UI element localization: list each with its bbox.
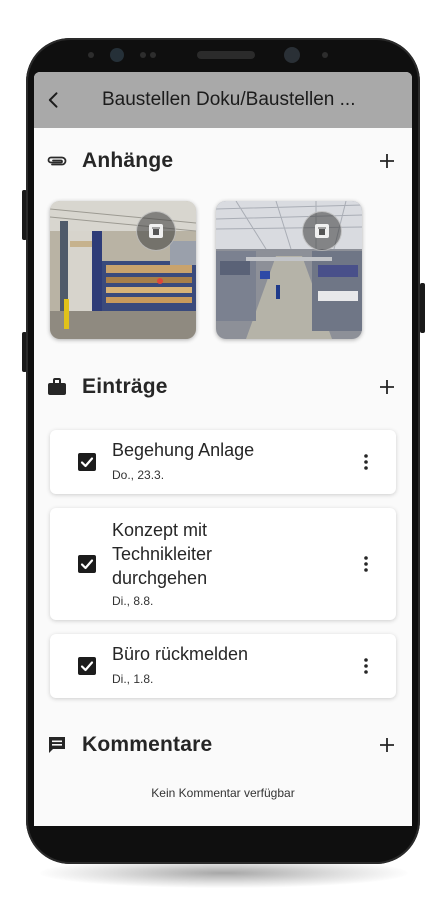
add-entry-button[interactable] — [374, 374, 400, 400]
add-comment-button[interactable] — [374, 732, 400, 758]
entry-menu-button[interactable] — [358, 450, 374, 474]
page-title: Baustellen Doku/Baustellen ... — [102, 89, 356, 110]
sensor-dot — [140, 52, 146, 58]
comments-title: Kommentare — [82, 733, 213, 756]
more-vertical-icon — [364, 658, 368, 674]
entry-title: Konzept mit Technikleiter durchgehen — [112, 520, 213, 588]
entry-menu-button[interactable] — [358, 552, 374, 576]
back-button[interactable] — [34, 72, 74, 128]
plus-icon — [380, 380, 394, 394]
entry-card[interactable]: Büro rückmelden Di., 1.8. — [50, 634, 396, 698]
trash-icon — [149, 224, 163, 238]
entry-date: Di., 8.8. — [112, 594, 154, 608]
entry-title: Büro rückmelden — [112, 644, 249, 664]
checkbox-checked-icon[interactable] — [78, 657, 96, 675]
device-side-button — [420, 283, 425, 333]
delete-attachment-button[interactable] — [302, 211, 342, 251]
attachment-thumbnail[interactable] — [50, 201, 196, 339]
more-vertical-icon — [364, 454, 368, 470]
plus-icon — [380, 738, 394, 752]
entry-title: Begehung Anlage — [112, 440, 255, 460]
entries-header: Einträge — [46, 372, 400, 402]
earpiece-speaker — [197, 51, 255, 59]
entry-date: Do., 23.3. — [112, 468, 165, 482]
checkbox-checked-icon[interactable] — [78, 555, 96, 573]
entry-card[interactable]: Begehung Anlage Do., 23.3. — [50, 430, 396, 494]
attachments-title: Anhänge — [82, 149, 174, 172]
phone-frame: Baustellen Doku/Baustellen ... Anhänge E… — [26, 38, 420, 864]
checkbox-checked-icon[interactable] — [78, 453, 96, 471]
comments-header: Kommentare — [46, 730, 400, 760]
app-screen: Baustellen Doku/Baustellen ... Anhänge E… — [34, 72, 412, 826]
entry-date: Di., 1.8. — [112, 672, 154, 686]
arrow-left-icon — [48, 92, 58, 108]
empty-comments-text: Kein Kommentar verfügbar — [151, 786, 295, 800]
front-camera — [284, 47, 300, 63]
sensor-dot — [322, 52, 328, 58]
entry-menu-button[interactable] — [358, 654, 374, 678]
paperclip-icon — [46, 150, 68, 172]
plus-icon — [380, 154, 394, 168]
sensor-dot — [150, 52, 156, 58]
entry-card[interactable]: Konzept mit Technikleiter durchgehen Di.… — [50, 508, 396, 620]
briefcase-icon — [46, 376, 68, 398]
add-attachment-button[interactable] — [374, 148, 400, 174]
comment-icon — [46, 734, 68, 756]
front-camera — [110, 48, 124, 62]
sensor-dot — [88, 52, 94, 58]
delete-attachment-button[interactable] — [136, 211, 176, 251]
app-bar: Baustellen Doku/Baustellen ... — [34, 72, 412, 128]
entries-title: Einträge — [82, 375, 168, 398]
attachments-header: Anhänge — [46, 146, 400, 176]
more-vertical-icon — [364, 556, 368, 572]
trash-icon — [315, 224, 329, 238]
attachment-thumbnail[interactable] — [216, 201, 362, 339]
